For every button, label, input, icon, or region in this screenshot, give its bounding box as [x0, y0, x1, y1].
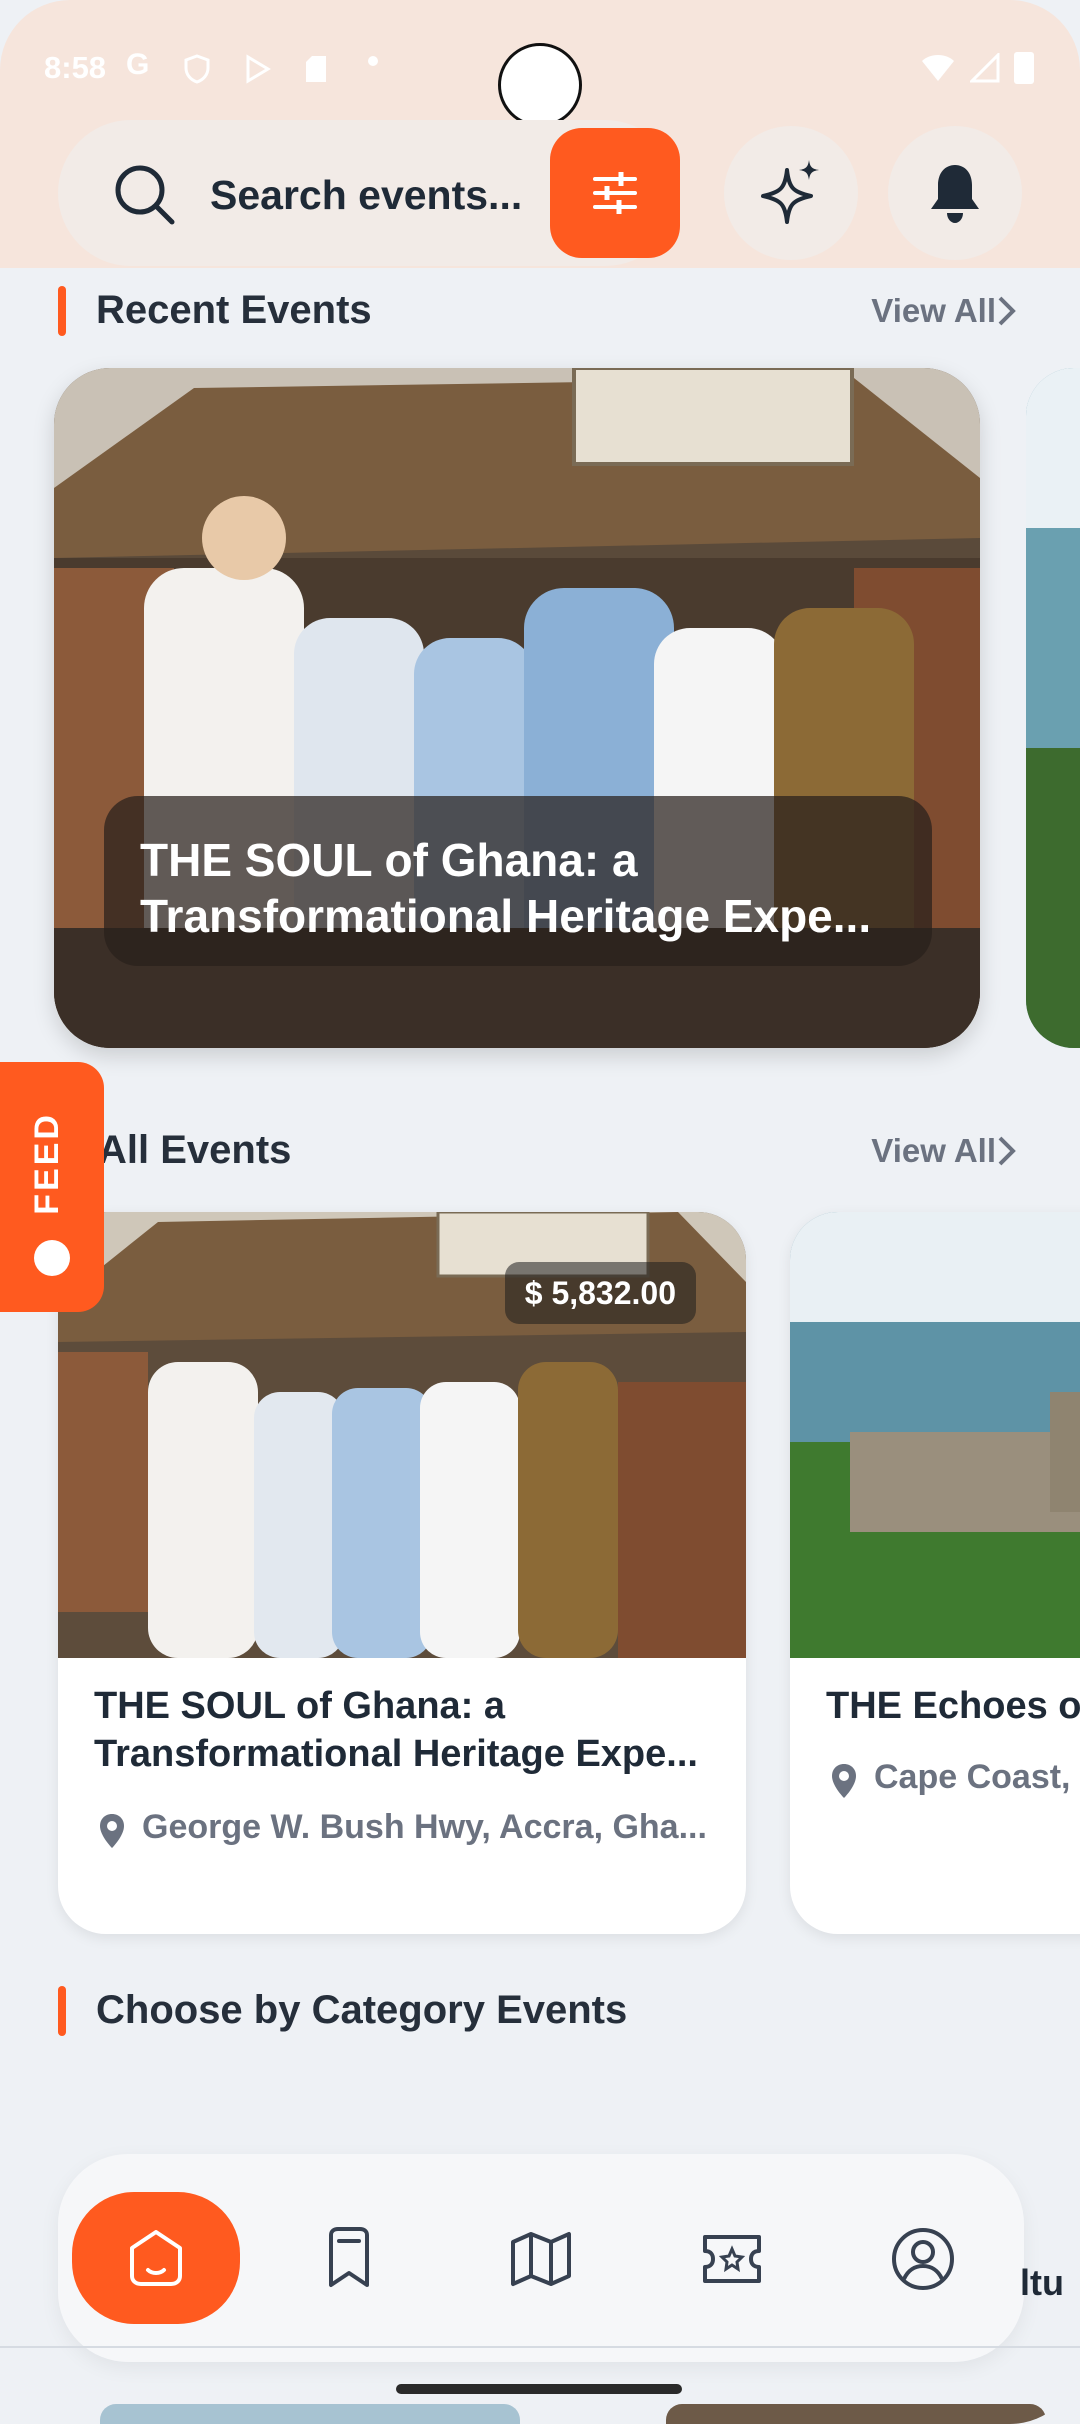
nav-bookmark-button[interactable] [314, 2224, 384, 2294]
view-all-link[interactable]: View All [871, 292, 996, 330]
bookmark-icon [329, 2227, 369, 2287]
signal-icon [970, 53, 1000, 83]
section-accent-bar [58, 286, 66, 336]
dot-icon [368, 56, 378, 66]
section-accent-bar [58, 1986, 66, 2036]
recent-events-header: Recent Events View All [58, 280, 1018, 340]
nav-profile-button[interactable] [888, 2224, 958, 2294]
event-title: THE Echoes of [826, 1685, 1080, 1727]
section-title: Choose by Category Events [96, 1988, 628, 2032]
chevron-right-icon[interactable] [996, 294, 1018, 328]
feed-tab[interactable]: FEED [0, 1062, 104, 1312]
google-icon: G [126, 48, 150, 81]
view-all-link[interactable]: View All [871, 1132, 996, 1170]
section-title: All Events [98, 1128, 292, 1172]
bell-icon [931, 165, 979, 223]
header: 8:58 G Search events... [0, 0, 1080, 268]
nav-home-button[interactable] [72, 2192, 240, 2324]
status-bar: 8:58 G [0, 0, 1080, 127]
category-card-peek [666, 2404, 1046, 2424]
sparkle-icon [761, 160, 819, 224]
divider [0, 2346, 1080, 2348]
event-location: Cape Coast, [874, 1758, 1071, 1796]
event-title: THE SOUL of Ghana: a Transformational He… [94, 1685, 698, 1775]
category-card-peek [100, 2404, 520, 2424]
filter-icon [593, 172, 637, 214]
map-icon [511, 2232, 571, 2286]
nav-map-button[interactable] [506, 2224, 576, 2294]
event-card[interactable]: THE Echoes of Cape Coast, [790, 1212, 1080, 1934]
search-input[interactable]: Search events... [210, 172, 522, 219]
all-events-header: All Events View All [58, 1120, 1018, 1180]
profile-icon [892, 2228, 954, 2290]
home-indicator[interactable] [396, 2384, 682, 2394]
ai-assistant-button[interactable] [724, 126, 858, 260]
chevron-right-icon[interactable] [996, 1134, 1018, 1168]
app-screen: 8:58 G Search events... Recent Events Vi… [0, 0, 1080, 2424]
status-time: 8:58 [44, 50, 107, 85]
event-location: George W. Bush Hwy, Accra, Gha... [142, 1808, 707, 1846]
event-photo [790, 1212, 1080, 1658]
ticket-icon [703, 2235, 761, 2283]
battery-icon [1014, 52, 1034, 84]
event-photo [1026, 368, 1080, 1048]
category-peek-label: ltu [1020, 2262, 1064, 2303]
system-icons [920, 52, 1034, 84]
recent-event-card[interactable]: THE SOUL of Ghana: a Transformational He… [54, 368, 980, 1048]
event-card[interactable]: $ 5,832.00 THE SOUL of Ghana: a Transfor… [58, 1212, 746, 1934]
wifi-icon [922, 55, 954, 81]
search-icon [115, 165, 175, 225]
section-title: Recent Events [96, 288, 372, 332]
feed-chevron-icon [34, 1240, 70, 1276]
shield-icon [184, 54, 210, 84]
filter-button[interactable] [550, 128, 680, 258]
sd-card-icon [306, 56, 326, 82]
feed-label: FEED [28, 1112, 66, 1215]
play-icon [246, 54, 271, 84]
nav-tickets-button[interactable] [697, 2224, 767, 2294]
recent-event-title: THE SOUL of Ghana: a Transformational He… [104, 796, 932, 966]
category-header: Choose by Category Events [58, 1980, 1018, 2040]
home-icon [130, 2230, 182, 2286]
price-badge: $ 5,832.00 [504, 1262, 696, 1324]
recent-event-card-next[interactable] [1026, 368, 1080, 1048]
camera-cutout [498, 43, 582, 127]
notifications-button[interactable] [888, 126, 1022, 260]
